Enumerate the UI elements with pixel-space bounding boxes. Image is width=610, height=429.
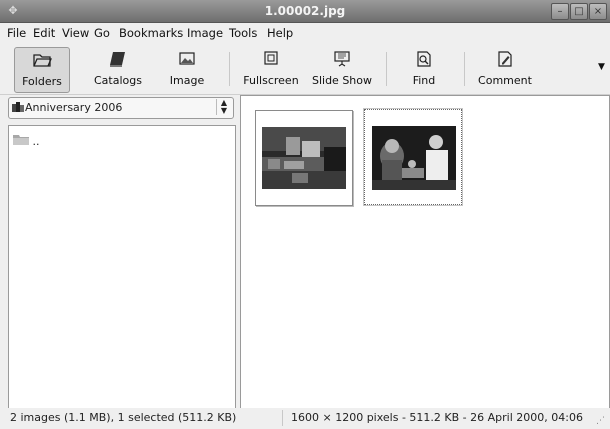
folders-button[interactable]: Folders [14, 47, 70, 93]
menu-view[interactable]: View [62, 26, 89, 40]
comment-button[interactable]: Comment [474, 47, 536, 91]
title-bar: ✥ 1.00002.jpg – □ × [0, 0, 610, 23]
slideshow-label: Slide Show [311, 74, 373, 87]
location-selector[interactable]: Anniversary 2006 ▲ ▼ [8, 97, 234, 119]
maximize-button[interactable]: □ [570, 3, 588, 20]
status-divider [282, 410, 283, 426]
toolbar-overflow-icon[interactable]: ▼ [598, 62, 605, 72]
folder-icon [13, 135, 33, 148]
book-icon [88, 50, 148, 72]
photo-image [372, 126, 456, 190]
status-bar: 2 images (1.1 MB), 1 selected (511.2 KB)… [0, 408, 610, 429]
thumbnail-area[interactable] [240, 95, 610, 410]
minimize-button[interactable]: – [551, 3, 569, 20]
find-button[interactable]: Find [404, 47, 444, 91]
menu-file[interactable]: File [7, 26, 26, 40]
comment-label: Comment [478, 74, 532, 87]
resize-grip-icon[interactable]: ⋰ [596, 416, 605, 426]
find-icon [404, 50, 444, 72]
fullscreen-button[interactable]: Fullscreen [242, 47, 300, 91]
location-selected: Anniversary 2006 [25, 101, 123, 114]
thumbnail[interactable] [255, 110, 353, 206]
menu-bookmarks[interactable]: Bookmarks [119, 26, 183, 40]
folder-open-icon [15, 51, 69, 73]
toolbar-separator [464, 52, 465, 86]
folder-name: .. [32, 135, 40, 148]
window-title: 1.00002.jpg [264, 4, 346, 18]
menu-bar: File Edit View Go Bookmarks Image Tools … [0, 23, 610, 43]
note-icon [474, 50, 536, 72]
pane-splitter[interactable] [236, 96, 239, 408]
photo-image [262, 127, 346, 189]
status-summary: 2 images (1.1 MB), 1 selected (511.2 KB) [10, 411, 237, 424]
picture-icon [162, 50, 212, 72]
list-item[interactable]: .. [13, 134, 40, 148]
slideshow-button[interactable]: Slide Show [310, 47, 374, 91]
image-label: Image [169, 74, 205, 87]
menu-help[interactable]: Help [267, 26, 293, 40]
find-label: Find [412, 74, 436, 87]
catalogs-label: Catalogs [94, 74, 142, 87]
menu-edit[interactable]: Edit [33, 26, 55, 40]
thumbnail-selected[interactable] [363, 108, 463, 206]
projector-icon [310, 50, 374, 72]
spin-arrows-icon: ▲ ▼ [216, 99, 231, 115]
close-button[interactable]: × [589, 3, 607, 20]
menu-go[interactable]: Go [94, 26, 110, 40]
menu-tools[interactable]: Tools [229, 26, 257, 40]
status-image-info: 1600 × 1200 pixels - 511.2 KB - 26 April… [291, 411, 583, 424]
toolbar-separator [229, 52, 230, 86]
catalogs-button[interactable]: Catalogs [88, 47, 148, 91]
fullscreen-icon [242, 50, 300, 72]
image-button[interactable]: Image [162, 47, 212, 91]
fullscreen-label: Fullscreen [243, 74, 299, 87]
toolbar: Folders Catalogs Image Fullscreen Slide … [0, 44, 610, 95]
folder-list[interactable]: .. [8, 125, 236, 409]
menu-image[interactable]: Image [187, 26, 223, 40]
catalog-icon [12, 102, 24, 116]
toolbar-separator [386, 52, 387, 86]
folders-label: Folders [22, 75, 62, 88]
